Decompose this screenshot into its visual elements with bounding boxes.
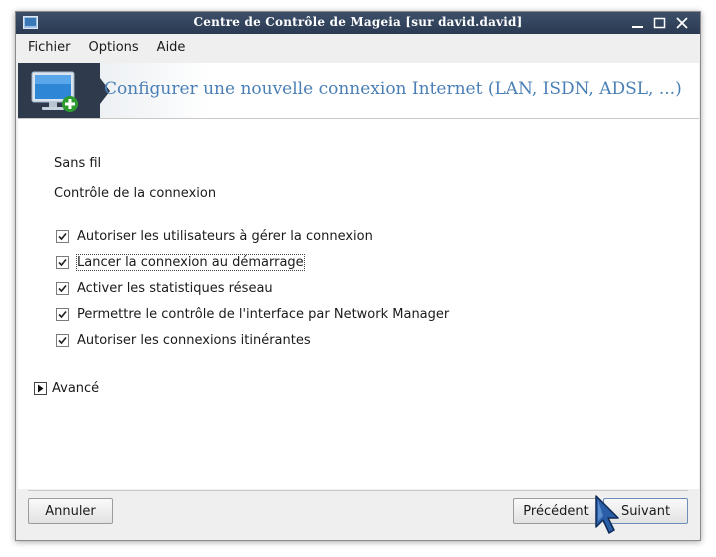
checkmark-icon (58, 284, 67, 292)
option-label: Autoriser les utilisateurs à gérer la co… (77, 228, 373, 244)
app-window: Centre de Contrôle de Mageia [sur david.… (15, 11, 701, 541)
checkbox[interactable] (56, 281, 69, 295)
banner-title: Configurer une nouvelle connexion Intern… (104, 79, 682, 99)
window-title: Centre de Contrôle de Mageia [sur david.… (193, 15, 523, 29)
menu-options[interactable]: Options (83, 40, 145, 55)
option-launch-at-startup[interactable]: Lancer la connexion au démarrage (56, 253, 305, 271)
window-controls (630, 15, 690, 31)
minimize-icon[interactable] (630, 15, 646, 31)
advanced-expander[interactable]: Avancé (34, 381, 99, 396)
menu-bar: Fichier Options Aide (16, 34, 700, 60)
title-bar[interactable]: Centre de Contrôle de Mageia [sur david.… (16, 12, 700, 34)
monitor-add-icon (31, 71, 78, 112)
subsection-label: Contrôle de la connexion (54, 186, 217, 201)
advanced-label: Avancé (52, 381, 100, 396)
cancel-button[interactable]: Annuler (28, 498, 113, 524)
option-roaming[interactable]: Autoriser les connexions itinérantes (56, 331, 311, 349)
checkbox[interactable] (56, 229, 69, 243)
checkmark-icon (58, 258, 67, 266)
menu-fichier[interactable]: Fichier (22, 40, 77, 55)
checkbox[interactable] (56, 307, 69, 321)
menu-aide[interactable]: Aide (151, 40, 192, 55)
checkmark-icon (58, 310, 67, 318)
maximize-icon[interactable] (652, 15, 668, 31)
expander-toggle[interactable] (34, 382, 47, 395)
option-network-manager[interactable]: Permettre le contrôle de l'interface par… (56, 305, 449, 323)
option-label: Permettre le contrôle de l'interface par… (77, 306, 450, 322)
mouse-pointer-icon (595, 495, 619, 534)
option-network-stats[interactable]: Activer les statistiques réseau (56, 279, 273, 297)
option-label: Autoriser les connexions itinérantes (77, 332, 311, 348)
checkmark-icon (58, 336, 67, 344)
checkmark-icon (58, 232, 67, 240)
banner-icon-box (18, 63, 100, 118)
checkbox[interactable] (56, 255, 69, 269)
previous-button[interactable]: Précédent (513, 498, 599, 524)
section-label: Sans fil (54, 156, 102, 171)
triangle-right-icon (38, 384, 44, 393)
close-icon[interactable] (674, 15, 690, 31)
option-label: Lancer la connexion au démarrage (76, 253, 305, 271)
option-label: Activer les statistiques réseau (77, 280, 273, 296)
wizard-banner: Configurer une nouvelle connexion Intern… (18, 63, 699, 119)
checkbox[interactable] (56, 333, 69, 347)
wizard-content: Sans fil Contrôle de la connexion Autori… (18, 119, 699, 489)
option-allow-users[interactable]: Autoriser les utilisateurs à gérer la co… (56, 227, 373, 245)
button-separator (28, 490, 688, 491)
